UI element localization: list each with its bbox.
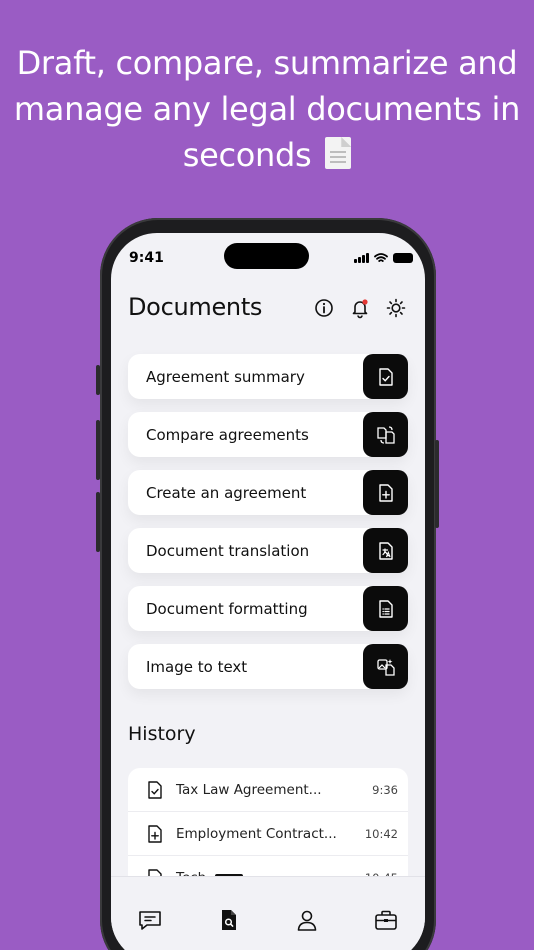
action-list: Agreement summary Compare agreements Cre… <box>128 354 408 702</box>
doc-plus-icon <box>148 824 162 843</box>
history-item[interactable]: Employment Contract... 10:42 <box>128 812 408 856</box>
history-item[interactable]: Tax Law Agreement... 9:36 <box>128 768 408 812</box>
history-heading: History <box>128 723 196 745</box>
action-label: Document translation <box>146 541 310 560</box>
signal-icon <box>354 253 369 263</box>
history-item-name: Tax Law Agreement... <box>176 781 322 798</box>
doc-list-icon <box>363 586 408 631</box>
status-icons <box>354 253 413 263</box>
document-emoji-icon <box>325 137 352 169</box>
action-label: Compare agreements <box>146 425 309 444</box>
agreement-summary-button[interactable]: Agreement summary <box>128 354 408 399</box>
headline-line-1: Draft, compare, summarize and <box>16 44 518 82</box>
tab-profile[interactable] <box>290 903 324 937</box>
doc-search-icon <box>221 910 236 930</box>
bell-icon[interactable] <box>349 297 371 319</box>
document-translation-button[interactable]: Document translation <box>128 528 408 573</box>
action-label: Create an agreement <box>146 483 307 502</box>
battery-icon <box>393 253 413 263</box>
headline-line-3-text: seconds <box>182 136 312 174</box>
doc-check-icon <box>148 780 162 799</box>
header-icons <box>313 297 407 319</box>
dynamic-island <box>224 243 309 269</box>
briefcase-icon <box>374 910 397 930</box>
image-to-text-button[interactable]: Image to text <box>128 644 408 689</box>
page-title: Documents <box>128 293 263 321</box>
sun-icon[interactable] <box>385 297 407 319</box>
side-button-left-1 <box>96 365 100 395</box>
create-agreement-button[interactable]: Create an agreement <box>128 470 408 515</box>
doc-translate-icon <box>363 528 408 573</box>
history-item-time: 10:42 <box>364 826 398 841</box>
doc-check-icon <box>363 354 408 399</box>
history-item-name: Employment Contract... <box>176 825 337 842</box>
status-bar: 9:41 <box>111 233 425 283</box>
headline-line-2: manage any legal documents in <box>13 90 521 128</box>
document-formatting-button[interactable]: Document formatting <box>128 586 408 631</box>
tab-chat[interactable] <box>133 903 167 937</box>
history-item-time: 9:36 <box>372 782 398 797</box>
tab-documents[interactable] <box>212 903 246 937</box>
action-label: Image to text <box>146 657 248 676</box>
info-icon[interactable] <box>313 297 335 319</box>
chat-icon <box>139 911 162 930</box>
compare-agreements-button[interactable]: Compare agreements <box>128 412 408 457</box>
phone-screen: 9:41 Documents Agreement summary Compare… <box>111 233 425 950</box>
user-icon <box>297 910 317 931</box>
action-label: Agreement summary <box>146 367 305 386</box>
wifi-icon <box>374 253 388 262</box>
headline-line-3: seconds <box>0 132 534 178</box>
promo-headline: Draft, compare, summarize and manage any… <box>0 40 534 178</box>
side-button-left-3 <box>96 492 100 552</box>
side-button-right <box>435 440 439 528</box>
action-label: Document formatting <box>146 599 308 618</box>
tab-briefcase[interactable] <box>369 903 403 937</box>
image-text-icon <box>363 644 408 689</box>
doc-compare-icon <box>363 412 408 457</box>
side-button-left-2 <box>96 420 100 480</box>
status-time: 9:41 <box>129 250 164 266</box>
doc-plus-icon <box>363 470 408 515</box>
tab-bar <box>111 876 425 950</box>
